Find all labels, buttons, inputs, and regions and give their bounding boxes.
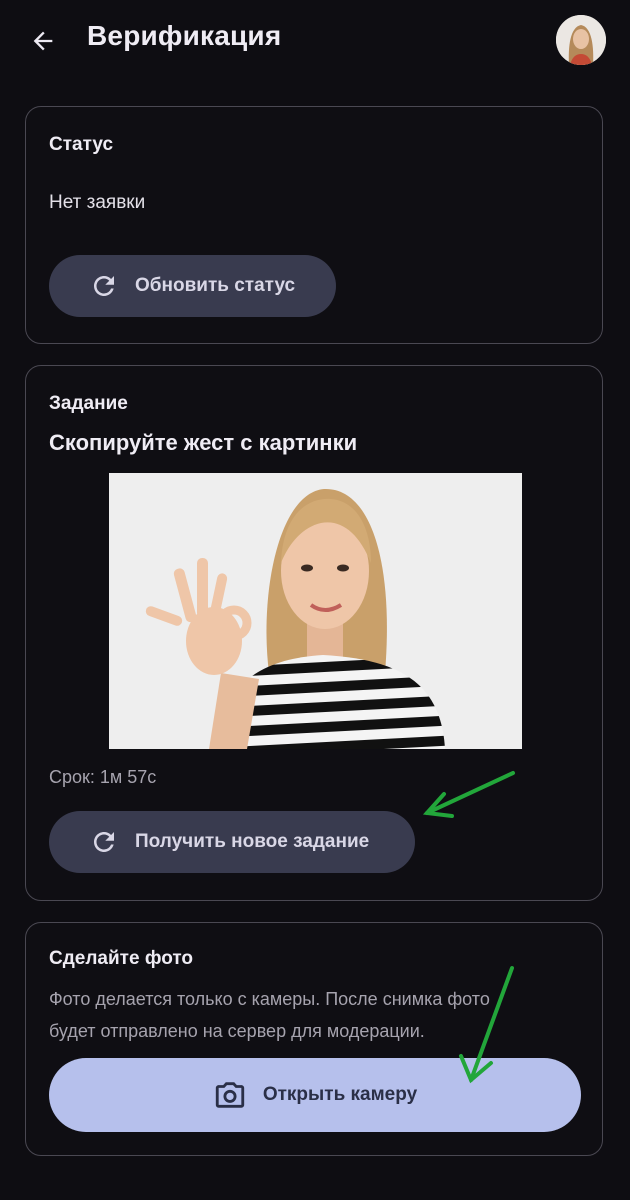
user-avatar[interactable] bbox=[556, 15, 606, 65]
photo-heading: Сделайте фото bbox=[49, 948, 193, 969]
refresh-icon bbox=[89, 271, 119, 301]
refresh-status-button[interactable]: Обновить статус bbox=[49, 255, 336, 317]
task-card: Задание Скопируйте жест с картинки Срок:… bbox=[25, 365, 603, 901]
status-value: Нет заявки bbox=[49, 192, 146, 213]
arrow-left-icon bbox=[33, 31, 53, 51]
photo-description-line2: будет отправлено на сервер для модерации… bbox=[49, 1021, 425, 1041]
camera-icon bbox=[213, 1078, 247, 1112]
open-camera-label: Открыть камеру bbox=[262, 1084, 418, 1105]
refresh-status-label: Обновить статус bbox=[135, 275, 296, 296]
page-title: Верификация bbox=[87, 20, 282, 51]
avatar-image bbox=[556, 15, 606, 65]
get-new-task-label: Получить новое задание bbox=[135, 831, 370, 852]
back-button[interactable] bbox=[22, 20, 64, 62]
task-deadline: Срок: 1м 57с bbox=[49, 767, 157, 787]
refresh-icon bbox=[89, 827, 119, 857]
take-photo-card: Сделайте фото Фото делается только с кам… bbox=[25, 922, 603, 1156]
get-new-task-button[interactable]: Получить новое задание bbox=[49, 811, 415, 873]
top-app-bar: Верификация bbox=[0, 0, 630, 80]
verification-screen: Верификация Статус Нет заявки Обновить с… bbox=[0, 0, 630, 1200]
status-heading: Статус bbox=[49, 134, 114, 155]
status-card: Статус Нет заявки Обновить статус bbox=[25, 106, 603, 344]
gesture-reference-image bbox=[109, 473, 522, 749]
task-heading: Задание bbox=[49, 393, 128, 414]
open-camera-button[interactable]: Открыть камеру bbox=[49, 1058, 581, 1132]
photo-description-line1: Фото делается только с камеры. После сни… bbox=[49, 989, 490, 1009]
task-title: Скопируйте жест с картинки bbox=[49, 430, 358, 455]
